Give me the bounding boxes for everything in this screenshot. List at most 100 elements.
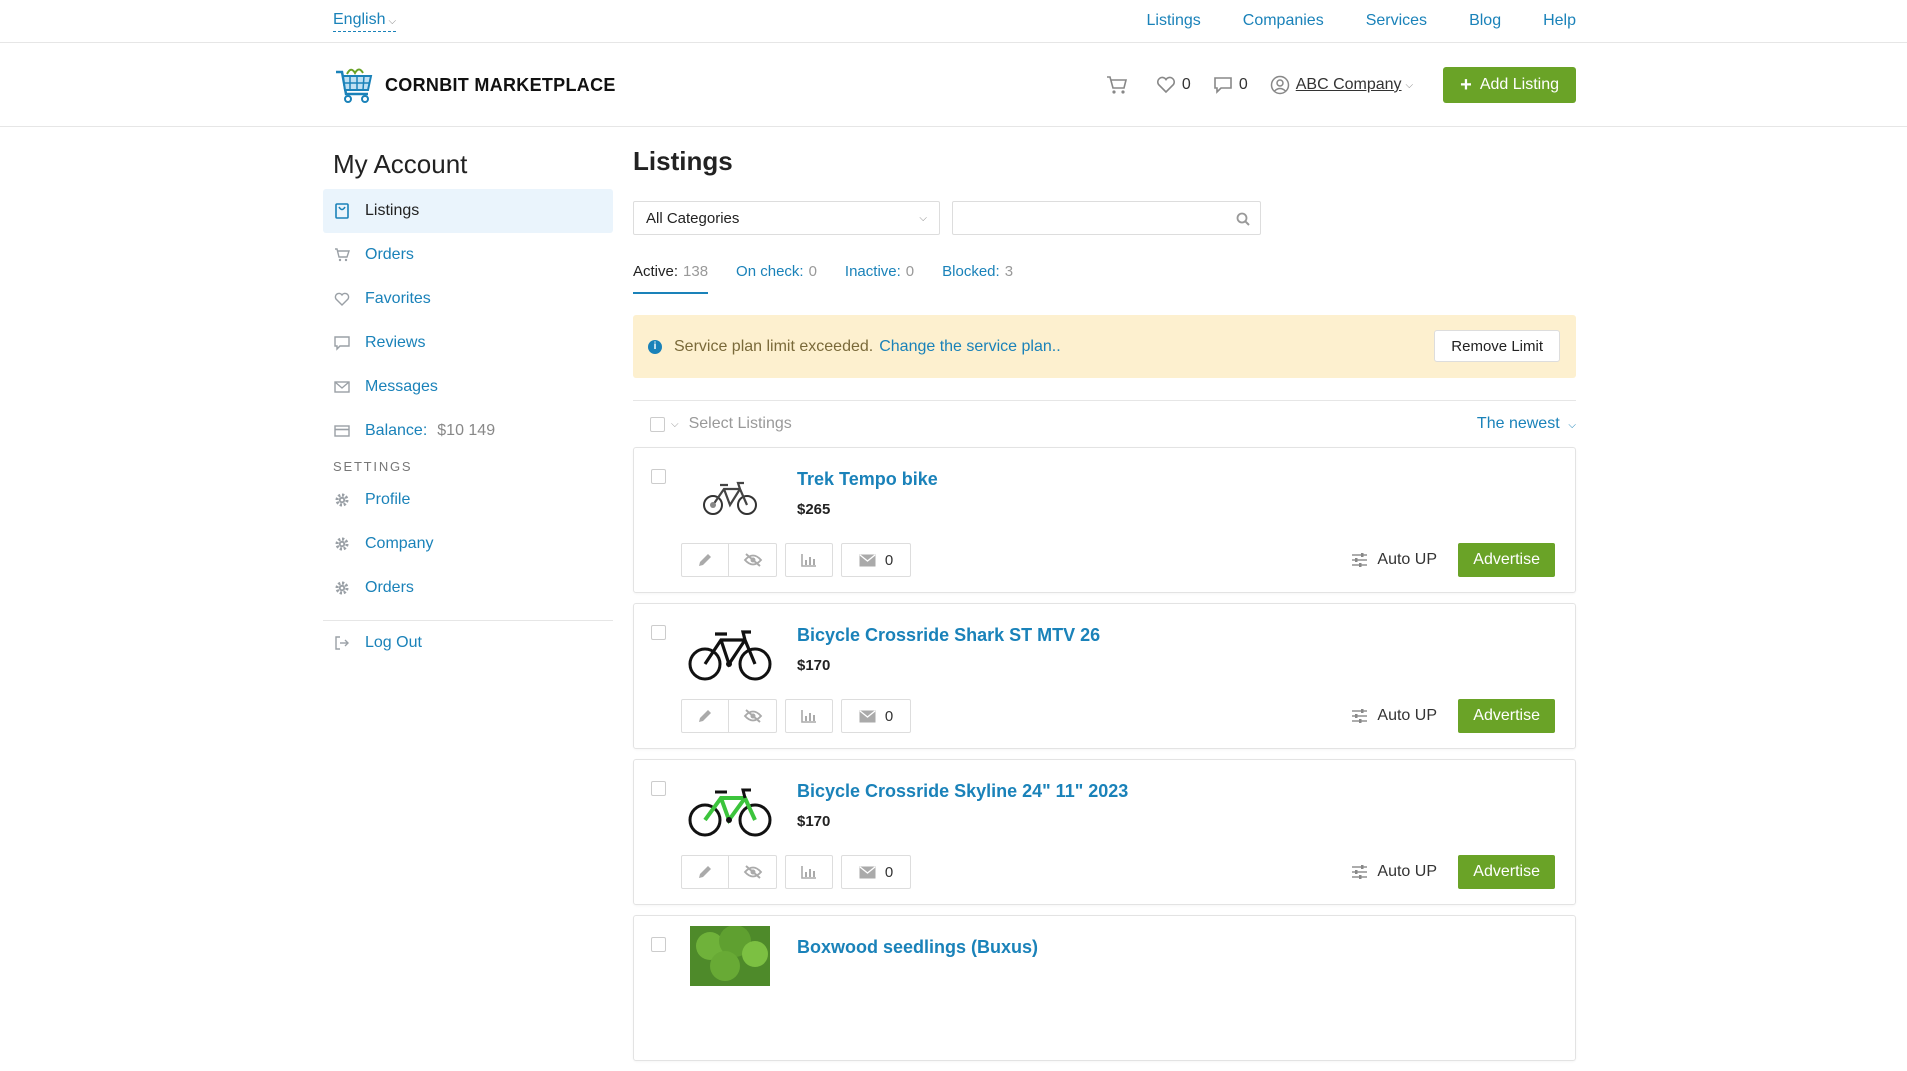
tab-count: 138	[683, 263, 709, 280]
messages-count: 0	[884, 551, 894, 569]
cart-icon	[1106, 76, 1127, 94]
advertise-button[interactable]: Advertise	[1458, 855, 1555, 889]
messages-button[interactable]: 0	[841, 699, 911, 733]
auto-up-button[interactable]: Auto UP	[1351, 551, 1437, 569]
hide-button[interactable]	[729, 699, 777, 733]
auto-up-label: Auto UP	[1377, 863, 1437, 880]
tab-blocked[interactable]: Blocked: 3	[942, 263, 1013, 294]
sidebar-item-balance[interactable]: Balance: $10 149	[323, 409, 613, 453]
language-selector[interactable]: English ⌵	[333, 11, 397, 32]
search-icon[interactable]	[1236, 212, 1250, 226]
pencil-icon	[699, 710, 711, 722]
listing-price: $170	[797, 813, 831, 830]
brand-logo[interactable]: CORNBIT MARKETPLACE	[333, 64, 616, 106]
sort-dropdown[interactable]: The newest ⌵	[1477, 415, 1576, 433]
listing-card: Bicycle Crossride Skyline 24" 11" 2023 $…	[633, 759, 1576, 905]
stats-button[interactable]	[785, 699, 833, 733]
bar-chart-icon	[801, 866, 816, 879]
status-tabs: Active: 138 On check: 0 Inactive: 0 Blocked…	[633, 263, 1576, 294]
listing-actions: 0	[681, 855, 911, 889]
tab-inactive[interactable]: Inactive: 0	[845, 263, 914, 294]
sidebar-item-settings-orders[interactable]: Orders	[323, 566, 613, 610]
eye-slash-icon	[743, 553, 762, 567]
search-input[interactable]	[952, 201, 1261, 235]
listing-card: Trek Tempo bike $265 0 Auto UP Advertise	[633, 447, 1576, 593]
listing-checkbox[interactable]	[651, 937, 666, 952]
chevron-down-icon: ⌵	[388, 16, 397, 27]
listing-title[interactable]: Trek Tempo bike	[797, 469, 938, 490]
tab-active[interactable]: Active: 138	[633, 263, 709, 294]
auto-up-label: Auto UP	[1377, 707, 1437, 724]
edit-button[interactable]	[681, 855, 729, 889]
edit-button[interactable]	[681, 699, 729, 733]
listing-checkbox[interactable]	[651, 625, 666, 640]
messages-button[interactable]: 0	[841, 543, 911, 577]
listing-price: $170	[797, 657, 831, 674]
category-select[interactable]: All Categories ⌵	[633, 201, 940, 235]
card-icon	[334, 423, 350, 439]
top-nav-listings[interactable]: Listings	[1147, 12, 1201, 30]
bag-icon	[334, 203, 350, 219]
sidebar-item-company[interactable]: Company	[323, 522, 613, 566]
remove-limit-button[interactable]: Remove Limit	[1434, 330, 1560, 362]
listing-thumbnail[interactable]	[686, 468, 774, 528]
sidebar-item-listings[interactable]: Listings	[323, 189, 613, 233]
cart-icon	[334, 247, 350, 263]
language-label: English	[333, 11, 386, 28]
hide-button[interactable]	[729, 543, 777, 577]
sidebar-item-reviews[interactable]: Reviews	[323, 321, 613, 365]
chevron-down-icon[interactable]: ⌵	[671, 419, 679, 430]
favorites-button[interactable]: 0	[1156, 76, 1191, 94]
envelope-icon	[859, 553, 876, 566]
stats-button[interactable]	[785, 855, 833, 889]
plus-icon: +	[1460, 74, 1472, 96]
stats-button[interactable]	[785, 543, 833, 577]
select-listings-label[interactable]: Select Listings	[689, 415, 792, 433]
listing-title[interactable]: Bicycle Crossride Skyline 24" 11" 2023	[797, 781, 1128, 802]
sliders-icon	[1352, 553, 1368, 567]
sidebar-item-favorites[interactable]: Favorites	[323, 277, 613, 321]
brand-name: CORNBIT MARKETPLACE	[385, 74, 616, 95]
hide-button[interactable]	[729, 855, 777, 889]
messages-button[interactable]: 0	[1213, 76, 1248, 94]
sidebar-item-orders[interactable]: Orders	[323, 233, 613, 277]
change-plan-link[interactable]: Change the service plan..	[879, 338, 1060, 356]
auto-up-button[interactable]: Auto UP	[1351, 707, 1437, 725]
listing-card: Bicycle Crossride Shark ST MTV 26 $170 0…	[633, 603, 1576, 749]
sidebar-item-label: Balance:	[365, 422, 428, 439]
top-nav-companies[interactable]: Companies	[1243, 12, 1324, 30]
sidebar-item-messages[interactable]: Messages	[323, 365, 613, 409]
eye-slash-icon	[743, 865, 762, 879]
listing-thumbnail[interactable]	[686, 624, 774, 684]
listing-checkbox[interactable]	[651, 781, 666, 796]
top-nav-blog[interactable]: Blog	[1469, 12, 1501, 30]
top-nav-services[interactable]: Services	[1366, 12, 1427, 30]
messages-button[interactable]: 0	[841, 855, 911, 889]
sidebar-item-profile[interactable]: Profile	[323, 478, 613, 522]
heart-icon	[1156, 76, 1175, 94]
listing-checkbox[interactable]	[651, 469, 666, 484]
pencil-icon	[699, 554, 711, 566]
tab-on-check[interactable]: On check: 0	[736, 263, 817, 294]
listing-thumbnail[interactable]	[686, 780, 774, 840]
auto-up-button[interactable]: Auto UP	[1351, 863, 1437, 881]
advertise-button[interactable]: Advertise	[1458, 699, 1555, 733]
gear-icon	[334, 536, 350, 552]
edit-button[interactable]	[681, 543, 729, 577]
messages-count: 0	[1238, 76, 1248, 93]
account-sidebar: My Account Listings Orders Favorites Rev…	[323, 149, 613, 665]
cart-button[interactable]	[1106, 75, 1134, 95]
sidebar-item-label: Orders	[365, 246, 414, 263]
listing-title[interactable]: Bicycle Crossride Shark ST MTV 26	[797, 625, 1100, 646]
advertise-button[interactable]: Advertise	[1458, 543, 1555, 577]
select-all-checkbox[interactable]	[650, 416, 665, 432]
company-menu[interactable]: ABC Company ⌵	[1270, 75, 1413, 95]
top-nav-help[interactable]: Help	[1543, 12, 1576, 30]
chevron-down-icon: ⌵	[1405, 79, 1414, 91]
balance-value: $10 149	[437, 422, 496, 439]
listing-thumbnail[interactable]	[686, 926, 774, 986]
logout-button[interactable]: Log Out	[323, 621, 613, 665]
sidebar-item-label: Company	[365, 535, 434, 552]
pencil-icon	[699, 866, 711, 878]
add-listing-button[interactable]: + Add Listing	[1443, 67, 1576, 103]
